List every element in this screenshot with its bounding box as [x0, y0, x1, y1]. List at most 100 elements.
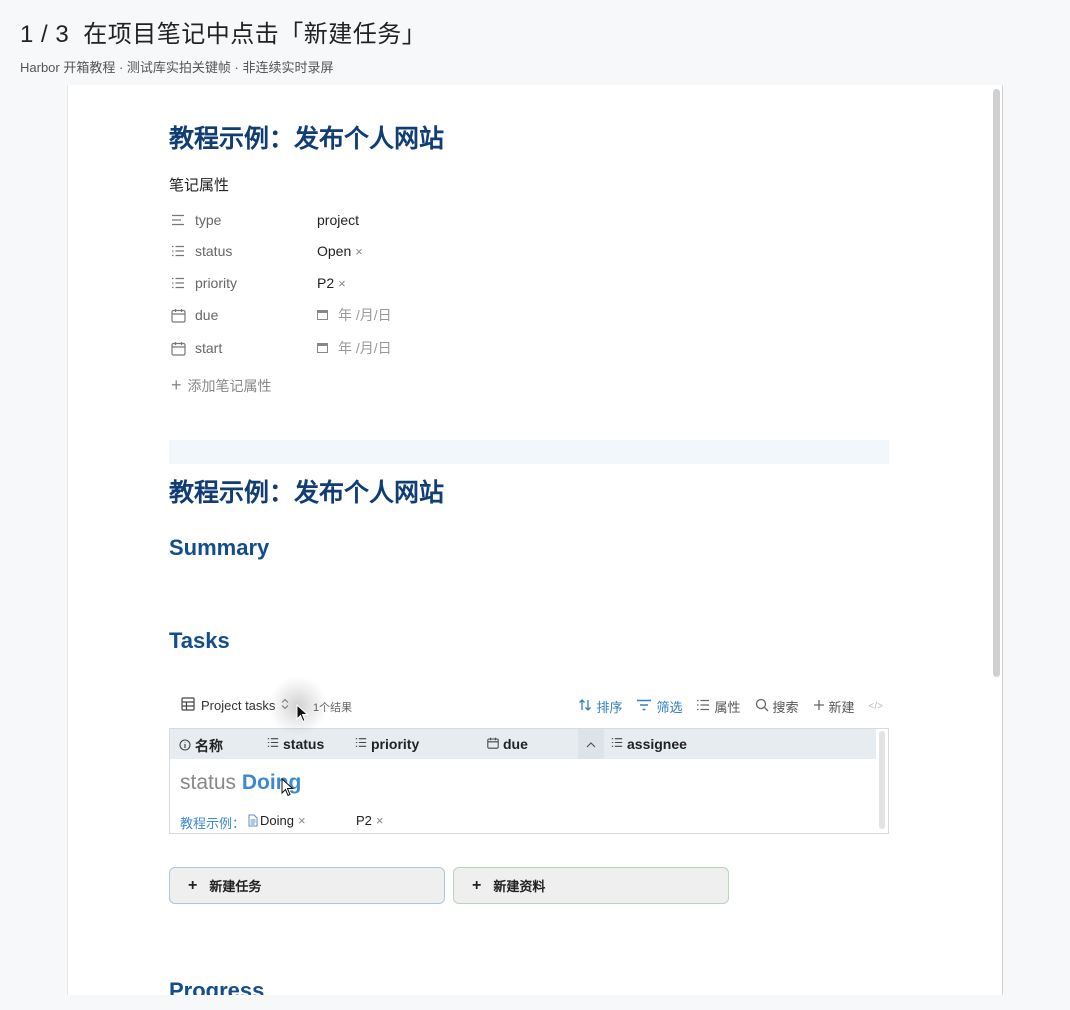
window-scrollbar[interactable]	[993, 89, 1000, 677]
property-value-text: project	[317, 212, 360, 228]
column-label: priority	[371, 736, 420, 752]
list-icon	[169, 274, 187, 292]
database-table: 名称 status priority due assignee status D…	[169, 728, 889, 834]
view-name: Project tasks	[201, 698, 276, 713]
calendar-icon[interactable]	[317, 307, 328, 323]
row-status-cell[interactable]: Doing ×	[248, 813, 306, 828]
property-value[interactable]: project	[317, 212, 359, 228]
note-title: 教程示例：发布个人网站	[169, 125, 445, 153]
column-label: assignee	[627, 736, 687, 752]
property-row-due[interactable]: due 年 /月/日	[169, 304, 392, 326]
list-icon	[611, 737, 623, 751]
property-value[interactable]: Open ×	[317, 243, 363, 259]
view-selector[interactable]: Project tasks	[181, 697, 289, 714]
section-progress: Progress	[169, 978, 265, 995]
property-value[interactable]: P2 ×	[317, 275, 346, 291]
property-row-start[interactable]: start 年 /月/日	[169, 337, 392, 359]
calendar-icon	[169, 306, 187, 324]
column-due[interactable]: due	[487, 736, 528, 752]
note-window: 教程示例：发布个人网站 笔记属性 type project status Ope…	[67, 85, 1003, 995]
column-status[interactable]: status	[267, 736, 324, 752]
status-value: Doing	[260, 813, 294, 828]
property-row-type[interactable]: type project	[169, 209, 359, 231]
new-resource-button[interactable]: + 新建资料	[453, 867, 729, 904]
chevron-updown-icon	[281, 698, 289, 713]
column-label: due	[503, 736, 528, 752]
document-title: 教程示例：发布个人网站	[169, 479, 445, 507]
plus-icon: +	[188, 876, 198, 894]
database-actions: 排序 筛选 属性 搜索 新建 </>	[578, 697, 883, 716]
add-property-label: 添加笔记属性	[187, 377, 272, 394]
column-assignee[interactable]: assignee	[611, 736, 687, 752]
remove-icon[interactable]: ×	[355, 244, 363, 259]
row-name-link[interactable]: 教程示例：	[180, 813, 245, 832]
property-name: status	[195, 243, 233, 259]
calendar-icon	[169, 339, 187, 357]
section-tasks: Tasks	[169, 628, 230, 653]
search-label: 搜索	[772, 700, 799, 715]
filter-label: 筛选	[656, 700, 683, 715]
step-title: 在项目笔记中点击「新建任务」	[83, 21, 427, 48]
info-icon	[179, 738, 191, 754]
property-name: priority	[195, 275, 238, 291]
list-icon	[267, 737, 279, 751]
remove-icon[interactable]: ×	[376, 813, 384, 828]
group-property: status	[180, 771, 237, 794]
group-value: Doing	[241, 771, 302, 794]
search-button[interactable]: 搜索	[755, 697, 799, 716]
column-priority[interactable]: priority	[355, 736, 419, 752]
properties-button[interactable]: 属性	[696, 697, 741, 716]
code-icon[interactable]: </>	[869, 701, 883, 712]
group-header[interactable]: status Doing	[180, 771, 301, 795]
table-header: 名称 status priority due assignee	[170, 729, 876, 759]
document-icon	[248, 814, 258, 830]
new-resource-label: 新建资料	[493, 879, 546, 894]
new-record-button[interactable]: 新建	[813, 697, 855, 716]
priority-value: P2	[356, 813, 372, 828]
date-input[interactable]: 年 /月/日	[317, 338, 392, 358]
database-toolbar: Project tasks 1个结果 排序 筛选 属性 搜索 新建 </>	[169, 695, 889, 719]
banner-bar	[169, 440, 889, 464]
add-property-button[interactable]: + 添加笔记属性	[171, 375, 272, 396]
property-value-text: Open	[317, 243, 352, 259]
chevron-up-icon[interactable]	[578, 729, 604, 759]
property-row-priority[interactable]: priority P2 ×	[169, 272, 346, 294]
new-label: 新建	[828, 700, 855, 715]
properties-label: 属性	[714, 700, 741, 715]
list-icon	[696, 699, 710, 714]
table-icon	[181, 697, 195, 714]
new-task-button[interactable]: + 新建任务	[169, 867, 445, 904]
property-value-text: P2	[317, 275, 335, 291]
date-input[interactable]: 年 /月/日	[317, 305, 392, 325]
page-subtitle: Harbor 开箱教程 · 测试库实拍关键帧 · 非连续实时录屏	[20, 60, 334, 75]
new-task-label: 新建任务	[209, 879, 262, 894]
sort-button[interactable]: 排序	[578, 697, 622, 716]
column-label: 名称	[195, 738, 223, 754]
calendar-icon[interactable]	[317, 340, 328, 356]
property-name: start	[195, 340, 223, 356]
plus-icon: +	[171, 375, 182, 395]
remove-icon[interactable]: ×	[298, 813, 306, 828]
search-icon	[755, 698, 769, 715]
plus-icon	[813, 699, 825, 714]
properties-heading: 笔记属性	[169, 177, 230, 194]
filter-icon	[636, 699, 652, 714]
property-row-status[interactable]: status Open ×	[169, 240, 363, 262]
column-name[interactable]: 名称	[179, 736, 223, 756]
column-label: status	[283, 736, 325, 752]
list-icon	[355, 737, 367, 751]
sort-label: 排序	[596, 700, 623, 715]
page-title: 1 / 3 在项目笔记中点击「新建任务」	[20, 14, 426, 49]
plus-icon: +	[472, 876, 482, 894]
table-scrollbar[interactable]	[879, 731, 885, 829]
row-priority-cell[interactable]: P2 ×	[356, 813, 384, 828]
property-name: due	[195, 307, 219, 323]
property-name: type	[195, 212, 222, 228]
filter-button[interactable]: 筛选	[636, 697, 682, 716]
step-counter: 1 / 3	[20, 21, 70, 48]
table-row[interactable]: 教程示例： Doing × P2 ×	[180, 813, 870, 831]
remove-icon[interactable]: ×	[338, 276, 346, 291]
sort-icon	[578, 698, 592, 715]
calendar-icon	[487, 737, 499, 752]
result-count: 1个结果	[313, 702, 353, 714]
